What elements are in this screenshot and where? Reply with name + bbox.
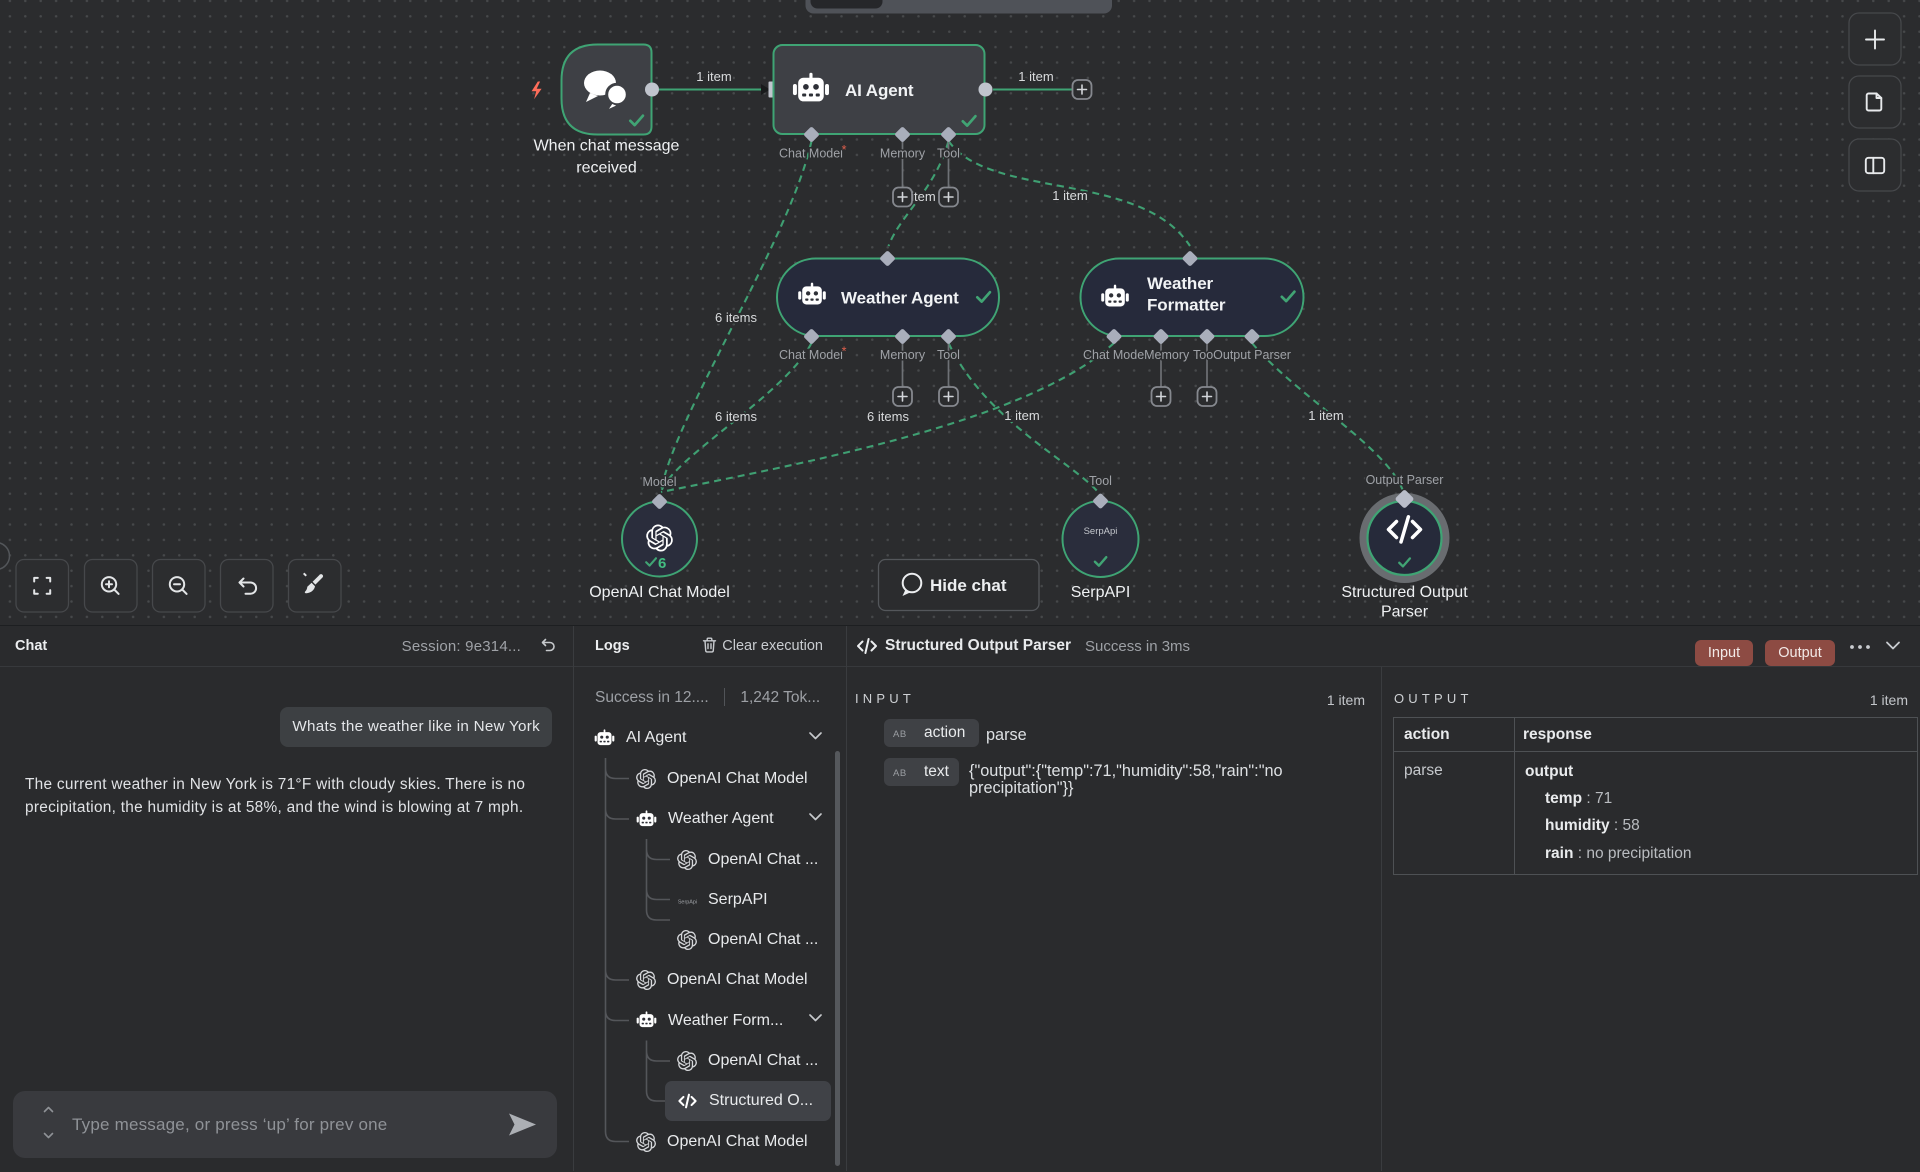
- svg-text:Memory: Memory: [880, 348, 926, 362]
- svg-text:Formatter: Formatter: [1147, 296, 1226, 315]
- svg-text:Structured Output: Structured Output: [1341, 584, 1468, 601]
- svg-text:1 item: 1 item: [1018, 69, 1053, 84]
- svg-text:OpenAI Chat Model: OpenAI Chat Model: [589, 584, 730, 601]
- svg-text:*: *: [842, 345, 847, 359]
- svg-text:AI Agent: AI Agent: [845, 81, 914, 100]
- svg-text:1 item: 1 item: [696, 69, 731, 84]
- svg-text:Parser: Parser: [1381, 604, 1429, 621]
- svg-text:Hide chat: Hide chat: [930, 576, 1007, 595]
- svg-text:TooOutput Parser: TooOutput Parser: [1193, 348, 1291, 362]
- svg-text:received: received: [576, 160, 636, 177]
- svg-text:Tool: Tool: [937, 348, 960, 362]
- svg-text:Weather Agent: Weather Agent: [841, 289, 959, 308]
- svg-text:1 item: 1 item: [1004, 408, 1039, 423]
- svg-text:Memory: Memory: [880, 147, 926, 161]
- svg-text:When chat message: When chat message: [534, 138, 680, 155]
- svg-text:SerpApi: SerpApi: [678, 899, 697, 905]
- svg-text:*: *: [842, 143, 847, 157]
- svg-text:Tool: Tool: [1089, 474, 1112, 488]
- svg-text:SerpApi: SerpApi: [1084, 526, 1118, 537]
- svg-text:6 items: 6 items: [715, 310, 757, 325]
- svg-text:Tool: Tool: [937, 147, 960, 161]
- svg-text:Weather: Weather: [1147, 274, 1214, 293]
- svg-text:Chat Model: Chat Model: [779, 147, 843, 161]
- svg-text:SerpAPI: SerpAPI: [1071, 584, 1131, 601]
- svg-text:6 items: 6 items: [715, 409, 757, 424]
- svg-text:Output Parser: Output Parser: [1366, 473, 1444, 487]
- svg-text:6: 6: [658, 555, 666, 572]
- svg-text:Chat Model: Chat Model: [779, 348, 843, 362]
- svg-text:Model: Model: [642, 475, 676, 489]
- svg-text:6 items: 6 items: [867, 409, 909, 424]
- svg-text:1 item: 1 item: [1308, 408, 1343, 423]
- svg-text:Chat ModeMemory: Chat ModeMemory: [1083, 348, 1190, 362]
- svg-text:1 item: 1 item: [1052, 188, 1087, 203]
